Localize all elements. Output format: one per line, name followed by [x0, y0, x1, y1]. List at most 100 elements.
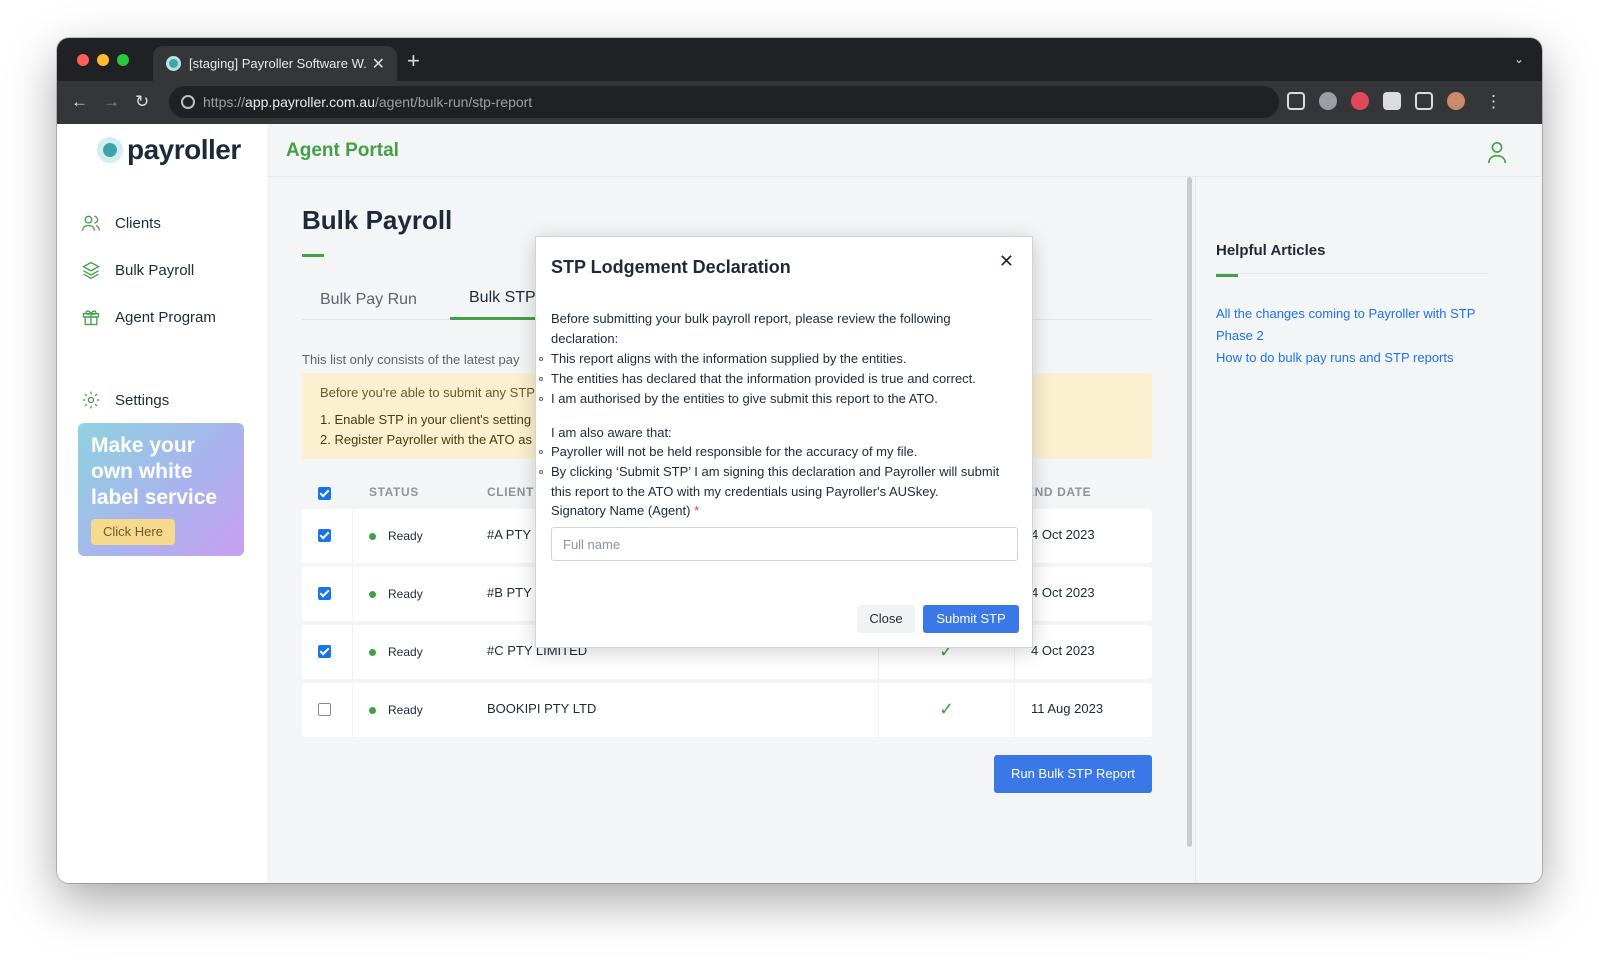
- page-title: Bulk Payroll: [302, 205, 453, 235]
- sidebar-item-label: Clients: [115, 214, 161, 232]
- warning-item: 2. Register Payroller with the ATO as: [320, 432, 532, 447]
- status-text: Ready: [388, 703, 423, 717]
- modal-title: STP Lodgement Declaration: [551, 257, 791, 277]
- end-date: 4 Oct 2023: [1031, 585, 1095, 600]
- helpful-articles-title: Helpful Articles: [1216, 242, 1326, 259]
- user-account-icon[interactable]: [1486, 140, 1508, 164]
- signatory-label-text: Signatory Name (Agent): [551, 503, 691, 518]
- required-mark: *: [694, 503, 700, 518]
- bullet-icon: [539, 470, 543, 474]
- maximize-window-button[interactable]: [117, 54, 129, 66]
- extension-owl-icon[interactable]: [1319, 92, 1337, 110]
- client-name: #A PTY: [487, 527, 532, 542]
- article-link[interactable]: How to do bulk pay runs and STP reports: [1216, 347, 1496, 369]
- layers-icon: [82, 261, 100, 280]
- sidebar-item-clients[interactable]: Clients: [81, 213, 161, 233]
- sidebar-item-bulk-payroll[interactable]: Bulk Payroll: [81, 260, 194, 280]
- back-icon[interactable]: ←: [71, 92, 88, 112]
- column-header-end-date: END DATE: [1026, 485, 1092, 499]
- portal-title: Agent Portal: [286, 140, 399, 161]
- stp-declaration-modal: STP Lodgement Declaration ✕ Before submi…: [535, 236, 1033, 648]
- browser-tab[interactable]: [staging] Payroller Software W... ✕: [153, 46, 397, 81]
- sidebar-item-label: Agent Program: [115, 308, 216, 326]
- qr-code-icon[interactable]: [1287, 92, 1305, 110]
- side-panel-icon[interactable]: [1415, 92, 1433, 110]
- declaration-point: The entities has declared that the infor…: [539, 369, 1021, 389]
- reload-icon[interactable]: ↻: [135, 92, 149, 112]
- cell-divider: [878, 683, 879, 737]
- aware-heading: I am also aware that:: [551, 425, 672, 440]
- cell-divider: [352, 509, 353, 563]
- gift-icon: [82, 310, 100, 326]
- sidebar-item-settings[interactable]: Settings: [81, 390, 169, 410]
- table-row[interactable]: Ready BOOKIPI PTY LTD ✓ 11 Aug 2023: [302, 683, 1152, 737]
- close-tab-icon[interactable]: ✕: [372, 54, 385, 74]
- status-dot-icon: [369, 649, 376, 656]
- browser-menu-icon[interactable]: ⋮: [1485, 92, 1502, 112]
- declaration-point-text: I am authorised by the entities to give …: [551, 391, 938, 406]
- modal-close-button[interactable]: Close: [857, 605, 915, 633]
- tab-search-chevron-icon[interactable]: ⌄: [1514, 52, 1524, 66]
- address-bar[interactable]: https://app.payroller.com.au/agent/bulk-…: [169, 86, 1279, 118]
- white-label-promo: Make your own white label service Click …: [78, 423, 244, 556]
- checkmark-icon: ✓: [939, 699, 955, 719]
- declaration-point-text: This report aligns with the information …: [551, 351, 907, 366]
- divider: [1216, 273, 1488, 274]
- extension-red-icon[interactable]: [1351, 92, 1369, 110]
- url-text[interactable]: https://app.payroller.com.au/agent/bulk-…: [203, 94, 532, 110]
- row-checkbox[interactable]: [318, 529, 331, 542]
- submit-stp-button[interactable]: Submit STP: [923, 605, 1019, 633]
- main-scrollbar[interactable]: [1187, 177, 1192, 847]
- bullet-icon: [539, 450, 543, 454]
- tab-bulk-pay-run[interactable]: Bulk Pay Run: [320, 291, 417, 309]
- logo-mark-icon: [97, 137, 123, 163]
- cell-divider: [352, 683, 353, 737]
- row-checkbox[interactable]: [318, 587, 331, 600]
- extensions-puzzle-icon[interactable]: [1383, 92, 1401, 110]
- gear-icon: [82, 391, 100, 409]
- payroller-logo[interactable]: payroller: [97, 134, 241, 166]
- title-accent: [1216, 274, 1238, 277]
- promo-text: Make your own white label service: [91, 434, 218, 509]
- close-icon[interactable]: ✕: [999, 251, 1014, 272]
- promo-click-here-button[interactable]: Click Here: [91, 519, 175, 545]
- signatory-name-input[interactable]: [551, 527, 1018, 561]
- new-tab-button[interactable]: +: [407, 50, 420, 72]
- column-header-status: STATUS: [369, 485, 419, 499]
- site-info-icon[interactable]: [181, 95, 195, 109]
- active-tab-indicator: [450, 317, 540, 320]
- sidebar-item-label: Bulk Payroll: [115, 261, 195, 279]
- browser-tabbar: [staging] Payroller Software W... ✕ + ⌄: [57, 38, 1542, 81]
- sidebar: payroller Clients Bulk Payroll Agent Pro…: [57, 124, 267, 883]
- signatory-label: Signatory Name (Agent) *: [551, 501, 1021, 521]
- status-dot-icon: [369, 591, 376, 598]
- row-checkbox[interactable]: [318, 703, 331, 716]
- sidebar-item-agent-program[interactable]: Agent Program: [81, 307, 216, 327]
- run-bulk-stp-report-button[interactable]: Run Bulk STP Report: [994, 755, 1152, 793]
- users-icon: [82, 215, 100, 231]
- bullet-icon: [539, 377, 543, 381]
- cell-divider: [352, 567, 353, 621]
- declaration-point: I am authorised by the entities to give …: [539, 389, 1021, 409]
- minimize-window-button[interactable]: [97, 54, 109, 66]
- select-all-checkbox[interactable]: [318, 487, 331, 500]
- sidebar-item-label: Settings: [115, 391, 170, 409]
- forward-icon[interactable]: →: [103, 92, 120, 112]
- profile-avatar[interactable]: [1447, 92, 1465, 110]
- browser-window: [staging] Payroller Software W... ✕ + ⌄ …: [57, 38, 1542, 883]
- list-note: This list only consists of the latest pa…: [302, 352, 520, 367]
- logo-text: payroller: [127, 134, 241, 165]
- status-text: Ready: [388, 645, 423, 659]
- bullet-icon: [539, 397, 543, 401]
- helpful-articles-panel: Helpful Articles All the changes coming …: [1195, 177, 1542, 883]
- payroller-favicon-icon: [166, 56, 181, 71]
- end-date: 11 Aug 2023: [1031, 701, 1104, 716]
- declaration-point: This report aligns with the information …: [539, 349, 1021, 369]
- tab-bulk-stp[interactable]: Bulk STP: [469, 289, 536, 307]
- close-window-button[interactable]: [77, 54, 89, 66]
- aware-point: By clicking ‘Submit STP’ I am signing th…: [539, 462, 1021, 502]
- row-checkbox[interactable]: [318, 645, 331, 658]
- tab-title: [staging] Payroller Software W...: [189, 56, 367, 71]
- cell-divider: [1014, 683, 1015, 737]
- article-link[interactable]: All the changes coming to Payroller with…: [1216, 303, 1496, 347]
